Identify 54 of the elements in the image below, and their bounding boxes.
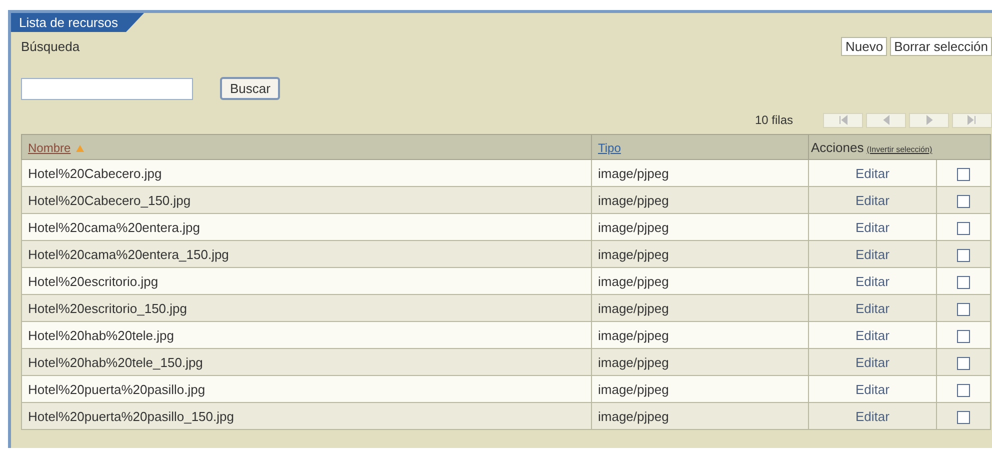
edit-link[interactable]: Editar xyxy=(856,166,890,180)
search-field[interactable] xyxy=(21,78,193,100)
file-type: image/pjpeg xyxy=(598,246,669,262)
edit-link[interactable]: Editar xyxy=(856,328,890,342)
file-type: image/pjpeg xyxy=(598,300,669,316)
edit-link[interactable]: Editar xyxy=(856,300,890,316)
search-button[interactable]: Buscar xyxy=(220,77,280,100)
file-type: image/pjpeg xyxy=(598,220,669,234)
file-type: image/pjpeg xyxy=(598,166,669,180)
first-page-icon xyxy=(837,114,849,126)
row-checkbox[interactable] xyxy=(957,302,970,316)
invert-selection-link[interactable]: (Invertir selección) xyxy=(866,144,932,154)
file-type: image/pjpeg xyxy=(598,328,669,342)
row-checkbox[interactable] xyxy=(957,276,970,289)
edit-link[interactable]: Editar xyxy=(856,192,890,208)
edit-link[interactable]: Editar xyxy=(856,220,890,234)
edit-link[interactable]: Editar xyxy=(856,408,890,424)
file-type: image/pjpeg xyxy=(598,192,669,208)
row-checkbox[interactable] xyxy=(957,194,970,208)
row-checkbox[interactable] xyxy=(957,330,970,343)
edit-link[interactable]: Editar xyxy=(856,354,890,370)
row-checkbox[interactable] xyxy=(957,410,970,424)
row-count: 10 filas xyxy=(754,113,793,127)
panel-title: Lista de recursos xyxy=(11,13,144,32)
sort-ascending-icon xyxy=(76,144,84,152)
row-checkbox[interactable] xyxy=(957,222,970,235)
row-checkbox[interactable] xyxy=(957,356,970,370)
file-name: Hotel%20hab%20tele.jpg xyxy=(28,328,174,342)
file-name: Hotel%20escritorio.jpg xyxy=(28,274,158,288)
column-header-link[interactable]: Tipo xyxy=(598,140,621,154)
search-label: Búsqueda xyxy=(21,38,80,54)
file-type: image/pjpeg xyxy=(598,354,669,370)
file-type: image/pjpeg xyxy=(598,274,669,288)
row-checkbox[interactable] xyxy=(957,168,970,181)
file-name: Hotel%20cama%20entera.jpg xyxy=(28,220,200,234)
file-name: Hotel%20puerta%20pasillo.jpg xyxy=(28,382,206,396)
last-page-icon xyxy=(966,114,978,126)
file-name: Hotel%20hab%20tele_150.jpg xyxy=(28,354,203,370)
file-name: Hotel%20Cabecero.jpg xyxy=(28,166,162,180)
action-button[interactable]: Borrar selección xyxy=(890,36,992,56)
row-checkbox[interactable] xyxy=(957,248,970,262)
edit-link[interactable]: Editar xyxy=(856,274,890,288)
column-header-link[interactable]: Nombre xyxy=(28,140,71,154)
file-name: Hotel%20escritorio_150.jpg xyxy=(28,300,187,316)
edit-link[interactable]: Editar xyxy=(856,382,890,396)
action-button[interactable]: Nuevo xyxy=(841,36,888,56)
file-name: Hotel%20puerta%20pasillo_150.jpg xyxy=(28,408,234,424)
row-checkbox[interactable] xyxy=(957,384,970,397)
file-name: Hotel%20Cabecero_150.jpg xyxy=(28,192,191,208)
column-header: Acciones xyxy=(811,140,864,154)
file-name: Hotel%20cama%20entera_150.jpg xyxy=(28,246,229,262)
edit-link[interactable]: Editar xyxy=(856,246,890,262)
file-type: image/pjpeg xyxy=(598,382,669,396)
file-type: image/pjpeg xyxy=(598,408,669,424)
